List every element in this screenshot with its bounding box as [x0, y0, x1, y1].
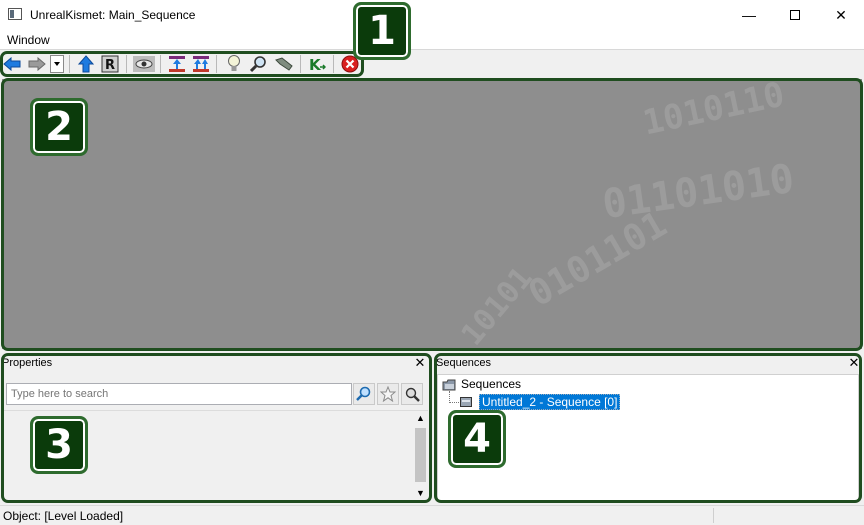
- maximize-button[interactable]: [772, 0, 818, 30]
- status-text: Object: [Level Loaded]: [3, 509, 124, 523]
- status-divider: [713, 508, 714, 523]
- toolbar-callout-frame: [0, 51, 364, 77]
- close-window-button[interactable]: ✕: [818, 0, 864, 30]
- callout-badge-4: 4: [448, 410, 506, 468]
- status-bar: Object: [Level Loaded]: [0, 505, 864, 525]
- window-title: UnrealKismet: Main_Sequence: [30, 8, 196, 22]
- menu-bar: Window: [0, 30, 864, 50]
- title-bar: UnrealKismet: Main_Sequence — ✕: [0, 0, 864, 30]
- canvas-callout-frame: [1, 78, 863, 351]
- callout-badge-2: 2: [30, 98, 88, 156]
- app-icon: [8, 8, 22, 20]
- callout-badge-3: 3: [30, 416, 88, 474]
- menu-window[interactable]: Window: [7, 33, 50, 47]
- minimize-button[interactable]: —: [726, 0, 772, 30]
- callout-badge-1: 1: [353, 2, 411, 60]
